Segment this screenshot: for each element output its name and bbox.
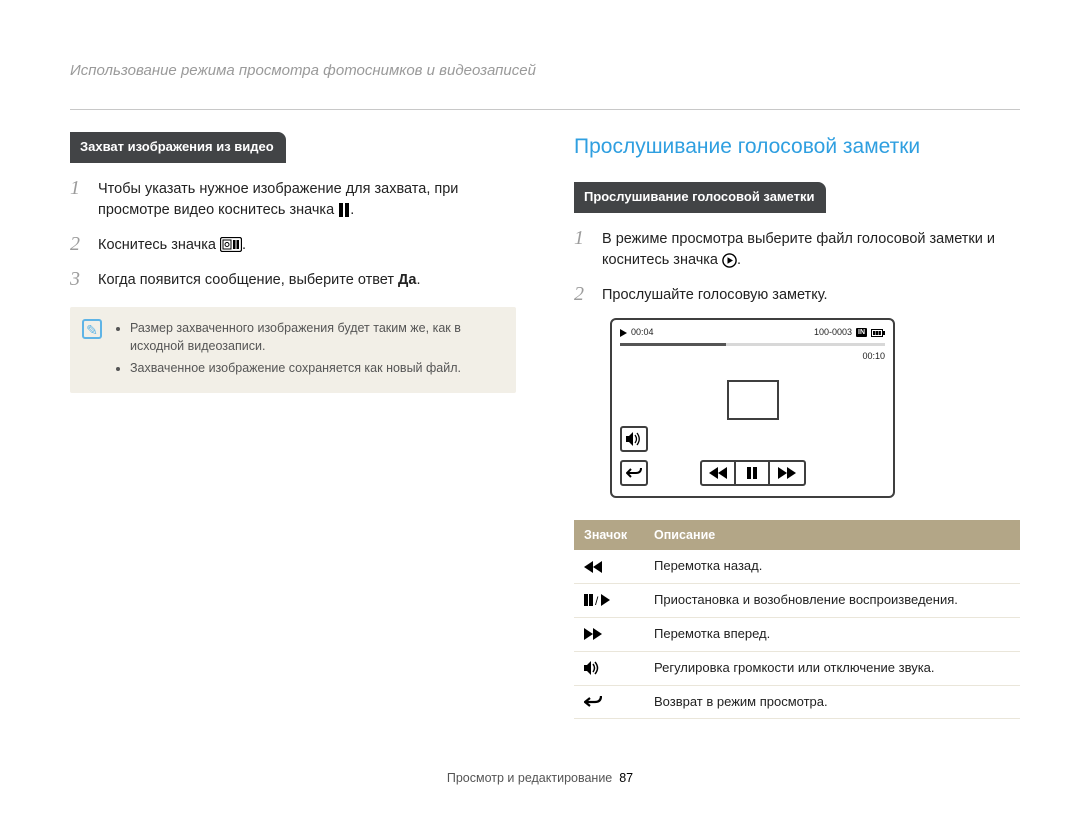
footer-section: Просмотр и редактирование — [447, 771, 612, 785]
note-item: Захваченное изображение сохраняется как … — [130, 359, 498, 377]
step-text-end: . — [737, 252, 741, 268]
pause-play-icon: / — [584, 594, 634, 606]
total-time: 00:10 — [612, 350, 893, 363]
rewind-icon — [584, 561, 634, 573]
step-text: Прослушайте голосовую заметку. — [602, 283, 1020, 306]
row-desc: Регулировка громкости или отключение зву… — [644, 651, 1020, 685]
note-item: Размер захваченного изображения будет та… — [130, 319, 498, 355]
pause-icon — [746, 467, 758, 479]
elapsed-time: 00:04 — [631, 326, 654, 339]
thumbnail-placeholder — [727, 380, 779, 420]
forward-button[interactable] — [770, 462, 804, 484]
player-screen: 00:04 100-0003 IN 00:10 — [610, 318, 895, 498]
return-icon — [584, 695, 634, 709]
step-number: 2 — [574, 283, 592, 305]
note-box: ✎ Размер захваченного изображения будет … — [70, 307, 516, 393]
step-number: 2 — [70, 233, 88, 255]
table-row: Возврат в режим просмотра. — [574, 685, 1020, 719]
step-text: В режиме просмотра выберите файл голосов… — [602, 231, 995, 268]
step-number: 1 — [574, 227, 592, 249]
progress-bar — [620, 343, 885, 346]
storage-badge: IN — [856, 328, 867, 337]
table-row: / Приостановка и возобновление воспроизв… — [574, 584, 1020, 618]
right-tab: Прослушивание голосовой заметки — [574, 182, 826, 213]
right-step-2: 2 Прослушайте голосовую заметку. — [574, 283, 1020, 306]
pause-icon — [338, 203, 350, 217]
step-text: Чтобы указать нужное изображение для зах… — [98, 181, 458, 218]
note-icon: ✎ — [82, 319, 102, 339]
step-text-end: . — [242, 237, 246, 253]
row-desc: Перемотка вперед. — [644, 617, 1020, 651]
rewind-button[interactable] — [702, 462, 736, 484]
play-indicator-icon — [620, 329, 627, 337]
pause-button[interactable] — [736, 462, 770, 484]
forward-icon — [778, 467, 796, 479]
right-step-1: 1 В режиме просмотра выберите файл голос… — [574, 227, 1020, 271]
step-text-end: . — [416, 272, 420, 288]
row-desc: Возврат в режим просмотра. — [644, 685, 1020, 719]
row-desc: Перемотка назад. — [644, 550, 1020, 583]
table-row: Регулировка громкости или отключение зву… — [574, 651, 1020, 685]
step-text: Коснитесь значка — [98, 237, 220, 253]
table-row: Перемотка назад. — [574, 550, 1020, 583]
header-rule — [70, 109, 1020, 110]
forward-icon — [584, 628, 634, 640]
step-number: 1 — [70, 177, 88, 199]
right-column: Прослушивание голосовой заметки Прослуши… — [574, 132, 1020, 720]
play-circle-icon — [722, 253, 737, 268]
page-header: Использование режима просмотра фотоснимк… — [70, 60, 1020, 87]
th-desc: Описание — [644, 520, 1020, 550]
battery-icon — [871, 329, 885, 337]
step-text-end: . — [350, 202, 354, 218]
left-step-1: 1 Чтобы указать нужное изображение для з… — [70, 177, 516, 221]
return-icon — [626, 466, 642, 480]
th-icon: Значок — [574, 520, 644, 550]
page-footer: Просмотр и редактирование 87 — [0, 769, 1080, 787]
step-text: Когда появится сообщение, выберите ответ — [98, 272, 398, 288]
playback-controls — [700, 460, 806, 486]
volume-icon — [626, 432, 642, 446]
return-button[interactable] — [620, 460, 648, 486]
table-row: Перемотка вперед. — [574, 617, 1020, 651]
volume-icon — [584, 661, 634, 675]
icon-table: Значок Описание Перемотка назад. / Приос… — [574, 520, 1020, 719]
left-column: Захват изображения из видео 1 Чтобы указ… — [70, 132, 516, 720]
svg-text:/: / — [595, 594, 599, 606]
step-bold: Да — [398, 272, 416, 288]
row-desc: Приостановка и возобновление воспроизвед… — [644, 584, 1020, 618]
left-tab: Захват изображения из видео — [70, 132, 286, 163]
left-step-3: 3 Когда появится сообщение, выберите отв… — [70, 268, 516, 291]
left-step-2: 2 Коснитесь значка . — [70, 233, 516, 256]
capture-icon — [220, 237, 242, 252]
section-title: Прослушивание голосовой заметки — [574, 132, 1020, 162]
volume-button[interactable] — [620, 426, 648, 452]
rewind-icon — [709, 467, 727, 479]
file-id: 100-0003 — [814, 326, 852, 339]
step-number: 3 — [70, 268, 88, 290]
page-number: 87 — [619, 771, 633, 785]
